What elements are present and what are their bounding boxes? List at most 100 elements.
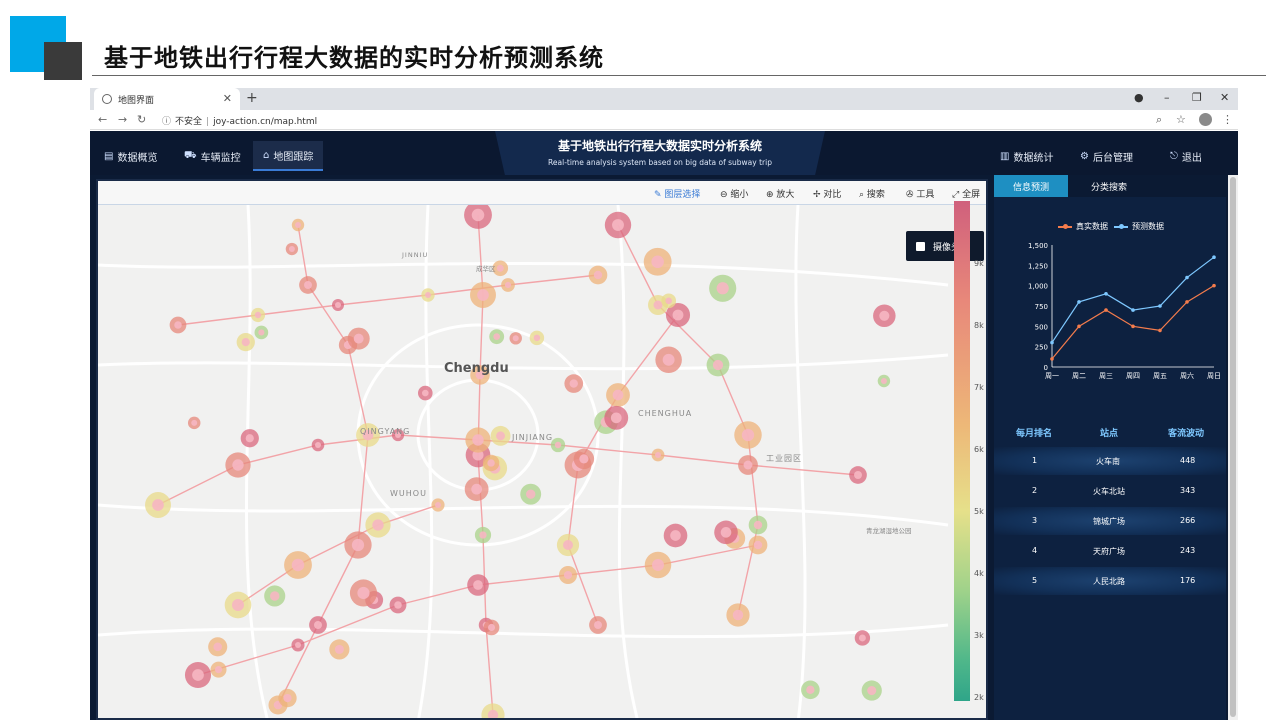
station-core: [372, 519, 384, 531]
avatar[interactable]: [1199, 113, 1212, 126]
banner-title: 基于地铁出行行程大数据实时分析系统: [557, 139, 762, 153]
station-core: [269, 591, 280, 601]
legend-item-real[interactable]: 真实数据: [1058, 221, 1108, 232]
nav-label: 地图跟踪: [273, 151, 314, 163]
zoom-icon[interactable]: ⌕: [1156, 113, 1162, 127]
restore-icon[interactable]: ❐: [1192, 91, 1202, 104]
right-panel-tabs: 信息预测 分类搜索: [994, 175, 1226, 197]
reload-icon[interactable]: ↻: [137, 113, 146, 126]
map-tool-fullscreen[interactable]: ⤢ 全屏: [952, 187, 980, 200]
station-core: [493, 333, 501, 340]
nav-vehicle-monitor[interactable]: ⛟ 车辆监控: [184, 141, 241, 171]
ranking-rank: 1: [1032, 456, 1038, 465]
browser-tab[interactable]: 地图界面 ✕: [94, 88, 240, 110]
ranking-station: 人民北路: [1093, 577, 1125, 586]
ranking-value: 448: [1180, 456, 1196, 465]
url-field[interactable]: ⓘ 不安全 | joy-action.cn/map.html: [162, 114, 317, 127]
legend-item-predicted[interactable]: 预测数据: [1114, 221, 1164, 232]
ranking-row[interactable]: 1 火车南 448: [994, 447, 1226, 475]
browser-tab-title: 地图界面: [118, 95, 155, 106]
station-core: [610, 412, 622, 424]
station-core: [651, 255, 664, 269]
station-core: [753, 540, 763, 550]
station-core: [743, 460, 753, 470]
map-container[interactable]: ✎ 图层选择 ⊖ 缩小 ⊕ 放大 ✢ 对比 ⌕ 搜索 ✇ 工具 ⤢ 全屏 Che…: [96, 179, 988, 720]
ranking-rank: 2: [1032, 486, 1038, 495]
right-panel: 信息预测 分类搜索 真实数据 预测数据 0 250 500 750 1,000 1,250…: [994, 175, 1226, 720]
nav-map-tracking[interactable]: ⌂ 地图跟踪: [253, 141, 324, 171]
station-core: [315, 442, 321, 448]
map-road: [98, 503, 949, 527]
menu-icon[interactable]: ⋮: [1222, 113, 1233, 126]
station-core: [191, 419, 198, 426]
close-window-icon[interactable]: ✕: [1220, 91, 1229, 104]
ranking-rank: 3: [1032, 516, 1038, 525]
star-icon[interactable]: ☆: [1176, 113, 1186, 126]
series-line: [1051, 285, 1215, 360]
map-canvas[interactable]: [98, 205, 988, 720]
x-tick-label: 周六: [1180, 371, 1194, 380]
map-district-label: 工业园区: [766, 454, 802, 463]
exit-icon: ⎋: [1170, 150, 1178, 162]
station-core: [314, 621, 322, 629]
ranking-header-rank: 每月排名: [1016, 429, 1053, 439]
map-tool-search[interactable]: ⌕ 搜索: [859, 187, 885, 200]
station-core: [487, 623, 496, 631]
map-tool-compare[interactable]: ✢ 对比: [813, 187, 841, 200]
map-toolbar: ✎ 图层选择 ⊖ 缩小 ⊕ 放大 ✢ 对比 ⌕ 搜索 ✇ 工具 ⤢ 全屏: [98, 181, 986, 205]
station-core: [472, 434, 484, 446]
station-core: [295, 642, 301, 648]
station-core: [732, 609, 744, 621]
station-core: [563, 570, 573, 580]
ranking-row[interactable]: 3 锦城广场 266: [994, 507, 1226, 535]
colorbar-tick: 4k: [974, 569, 984, 578]
tab-category-search[interactable]: 分类搜索: [1072, 175, 1146, 197]
scrollbar-thumb[interactable]: [1230, 177, 1236, 717]
map-tool-zoom-in[interactable]: ⊕ 放大: [766, 187, 794, 200]
station-core: [304, 281, 312, 289]
y-tick-label: 1,250: [1028, 262, 1048, 270]
ranking-row[interactable]: 2 火车北站 343: [994, 477, 1226, 505]
tab-info-prediction[interactable]: 信息预测: [994, 175, 1068, 197]
map-tool-zoom-out[interactable]: ⊖ 缩小: [720, 187, 748, 200]
ranking-station: 火车南: [1096, 457, 1120, 466]
station-core: [653, 300, 663, 310]
close-tab-icon[interactable]: ✕: [223, 92, 232, 105]
nav-exit[interactable]: ⎋ 退出: [1170, 141, 1202, 171]
nav-data-overview[interactable]: ▤ 数据概览: [104, 141, 157, 171]
minimize-icon[interactable]: –: [1164, 91, 1170, 104]
truck-icon: ⛟: [184, 149, 197, 161]
station-core: [232, 599, 244, 611]
camera-layer-toggle[interactable]: 摄像头: [906, 231, 984, 261]
back-icon[interactable]: ←: [98, 113, 107, 126]
map-tool-layer-select[interactable]: ✎ 图层选择: [654, 187, 700, 200]
legend-label: 真实数据: [1076, 222, 1108, 231]
banner-subtitle: Real-time analysis system based on big d…: [548, 158, 772, 167]
forward-icon[interactable]: →: [118, 113, 127, 126]
camera-checkbox[interactable]: [916, 241, 925, 251]
station-core: [554, 441, 562, 449]
station-core: [357, 586, 370, 600]
station-core: [422, 389, 429, 397]
nav-data-statistics[interactable]: ▥ 数据统计: [1000, 141, 1053, 171]
map-district-label: 成华区: [476, 265, 496, 273]
station-core: [612, 389, 624, 401]
x-tick-label: 周日: [1207, 372, 1221, 380]
series-point: [1104, 308, 1108, 312]
new-tab-button[interactable]: +: [246, 90, 258, 106]
record-icon[interactable]: ●: [1134, 91, 1144, 104]
nav-admin[interactable]: ⚙ 后台管理: [1080, 141, 1133, 171]
ranking-value: 266: [1180, 516, 1196, 525]
map-tool-tools[interactable]: ✇ 工具: [906, 187, 934, 200]
station-core: [335, 302, 341, 308]
station-core: [858, 634, 866, 642]
map-road: [98, 353, 949, 371]
series-point: [1158, 328, 1162, 333]
ranking-row[interactable]: 4 天府广场 243: [994, 537, 1226, 565]
station-core: [593, 270, 603, 280]
nav-label: 数据统计: [1013, 152, 1054, 164]
ranking-row[interactable]: 5 人民北路 176: [994, 567, 1226, 595]
info-icon: ⓘ: [162, 117, 172, 127]
page-scrollbar[interactable]: [1228, 175, 1238, 720]
series-point: [1212, 283, 1216, 288]
